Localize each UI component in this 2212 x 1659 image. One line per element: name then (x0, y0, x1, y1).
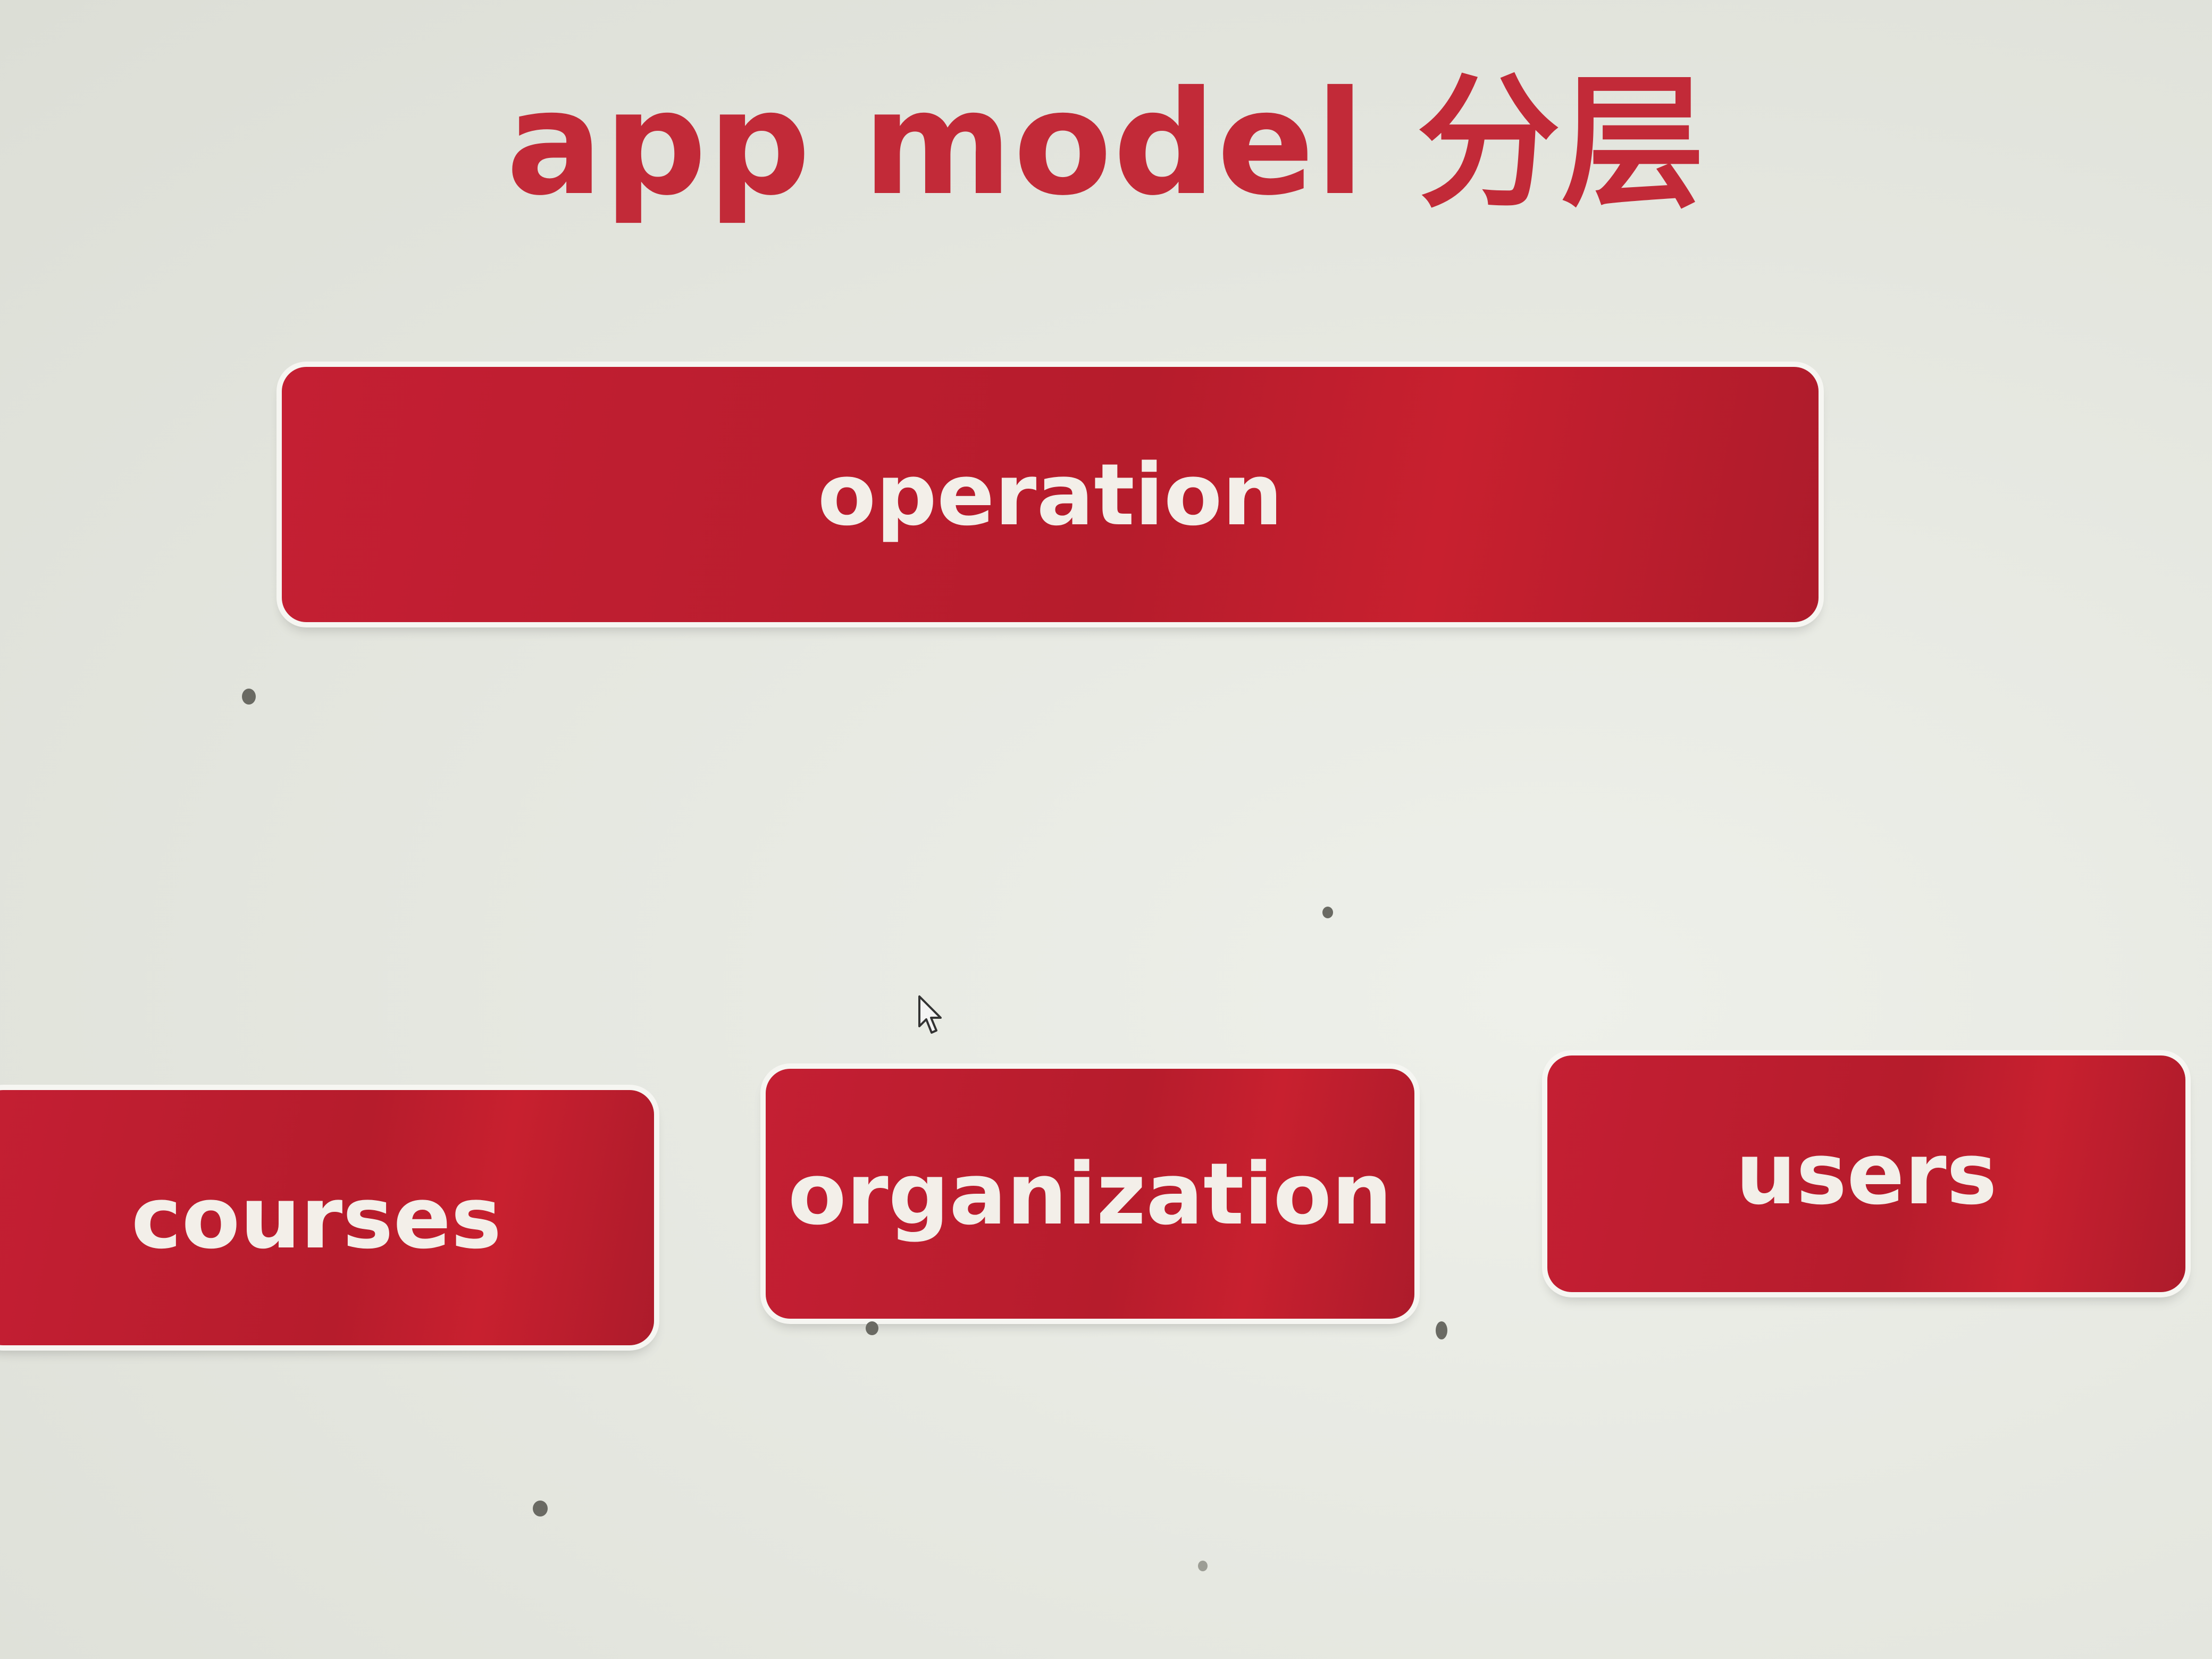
screen-speck (242, 689, 256, 705)
node-operation: operation (282, 367, 1819, 622)
node-users-label: users (1736, 1124, 1997, 1224)
diagram-title: app model 分层 (506, 60, 1706, 227)
screen-speck (866, 1321, 878, 1335)
node-courses: courses (0, 1090, 654, 1345)
screen-speck (1436, 1321, 1447, 1339)
mouse-cursor-icon (918, 995, 942, 1034)
node-organization: organization (766, 1069, 1414, 1319)
screen-speck (1322, 907, 1333, 918)
node-users: users (1547, 1055, 2185, 1292)
screen-speck (1198, 1561, 1208, 1571)
screen-speck (533, 1501, 548, 1516)
node-organization-label: organization (787, 1144, 1393, 1244)
node-courses-label: courses (131, 1168, 502, 1268)
node-operation-label: operation (817, 445, 1283, 544)
